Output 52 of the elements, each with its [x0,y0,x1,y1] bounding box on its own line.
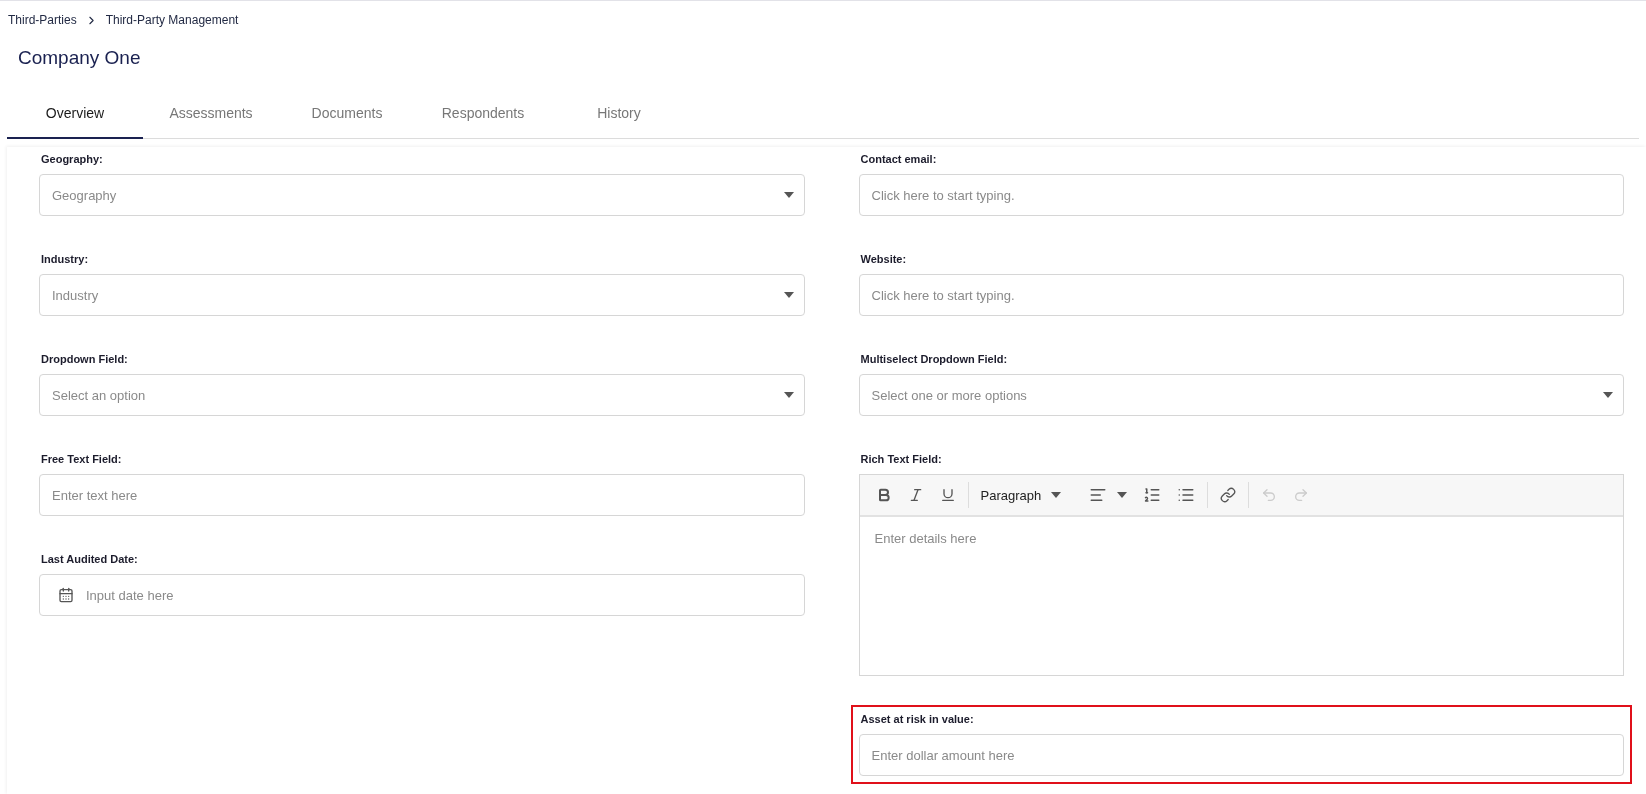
breadcrumb-link[interactable]: Third-Parties [8,13,77,27]
dropdown-field[interactable]: Select one or more options [858,374,1624,416]
caret-icon [783,192,794,198]
block-format-dropdown[interactable]: Paragraph [974,483,1068,507]
tab[interactable]: Documents [279,93,415,139]
caret-icon [783,392,794,398]
text-input[interactable]: Click here to start typing. [869,186,1613,204]
field-label: Dropdown Field: [40,353,129,365]
breadcrumb-link[interactable]: Third-Party Management [105,13,239,27]
text-input[interactable]: Click here to start typing. [869,286,1613,304]
tab[interactable]: Respondents [415,93,551,139]
date-input[interactable]: Input date here [84,586,794,604]
calendar-icon [58,587,74,603]
caret-icon [1603,392,1613,398]
redo-icon [1293,487,1310,503]
input-field[interactable]: Click here to start typing. [858,274,1624,316]
dropdown-field[interactable]: Select an option [39,374,805,416]
page-title: Company One [18,47,142,69]
numbered-list-icon [1143,486,1162,504]
dropdown-input[interactable]: Select one or more options [869,386,1593,404]
field-label: Website: [859,253,908,265]
tab[interactable]: Overview [7,93,143,139]
field-label: Contact email: [859,153,938,165]
text-input[interactable]: Enter dollar amount here [869,746,1613,764]
text-input[interactable]: Enter text here [50,486,794,504]
field-label: Free Text Field: [40,453,123,465]
caret-icon [1051,492,1062,498]
input-field[interactable]: Enter dollar amount here [858,734,1624,776]
dropdown-input[interactable]: Industry [50,286,774,304]
undo-icon [1261,487,1278,503]
dropdown-field[interactable]: Geography [39,174,805,216]
underline-icon [939,487,956,503]
caret-icon [1117,492,1128,498]
dropdown-field[interactable]: Industry [39,274,805,316]
tab[interactable]: Assessments [143,93,279,139]
date-field[interactable]: Input date here [39,574,805,616]
input-field[interactable]: Enter text here [39,474,805,516]
tab[interactable]: History [551,93,687,139]
field-label: Industry: [40,253,90,265]
dropdown-input[interactable]: Select an option [50,386,774,404]
field-label: Multiselect Dropdown Field: [859,353,1009,365]
field-label: Geography: [40,153,104,165]
rich-text-editor[interactable]: Paragraph Enter details here [858,474,1624,676]
link-icon [1220,487,1237,503]
input-field[interactable]: Click here to start typing. [858,174,1624,216]
field-label: Last Audited Date: [40,553,139,565]
align-left-icon [1089,486,1108,504]
dropdown-input[interactable]: Geography [50,186,774,204]
field-label: Asset at risk in value: [859,713,975,725]
caret-icon [783,292,794,298]
field-label: Rich Text Field: [859,453,943,465]
bullet-list-icon [1177,486,1196,504]
